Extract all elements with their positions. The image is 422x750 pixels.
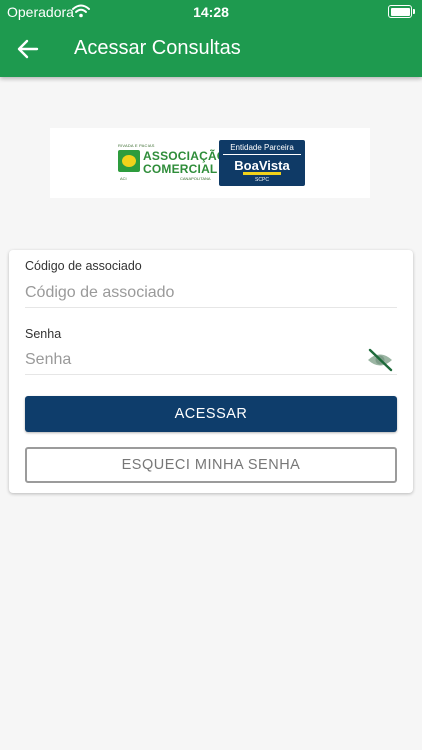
- login-button[interactable]: ACESSAR: [25, 396, 397, 432]
- battery-icon: [388, 5, 415, 18]
- arrow-left-icon[interactable]: [17, 38, 39, 60]
- password-input[interactable]: [25, 346, 397, 375]
- status-bar: Operadora 14:28: [0, 0, 422, 24]
- page-title: Acessar Consultas: [74, 37, 241, 59]
- association-logo: RIVADA E PACIAS ASSOCIAÇÃO COMERCIAL ACI…: [118, 143, 227, 181]
- login-card: Código de associado Senha ACESSAR ESQUEC…: [9, 250, 413, 493]
- code-input[interactable]: [25, 279, 397, 308]
- eye-slash-icon[interactable]: [366, 348, 394, 372]
- forgot-password-button[interactable]: ESQUECI MINHA SENHA: [25, 447, 397, 483]
- status-time: 14:28: [193, 4, 229, 20]
- app-header: Operadora 14:28 Acessar Consultas: [0, 0, 422, 77]
- password-label: Senha: [25, 327, 62, 341]
- code-label: Código de associado: [25, 259, 142, 273]
- boavista-logo: Entidade Parceira BoaVista SCPC: [219, 140, 305, 186]
- association-emblem-icon: [118, 150, 140, 172]
